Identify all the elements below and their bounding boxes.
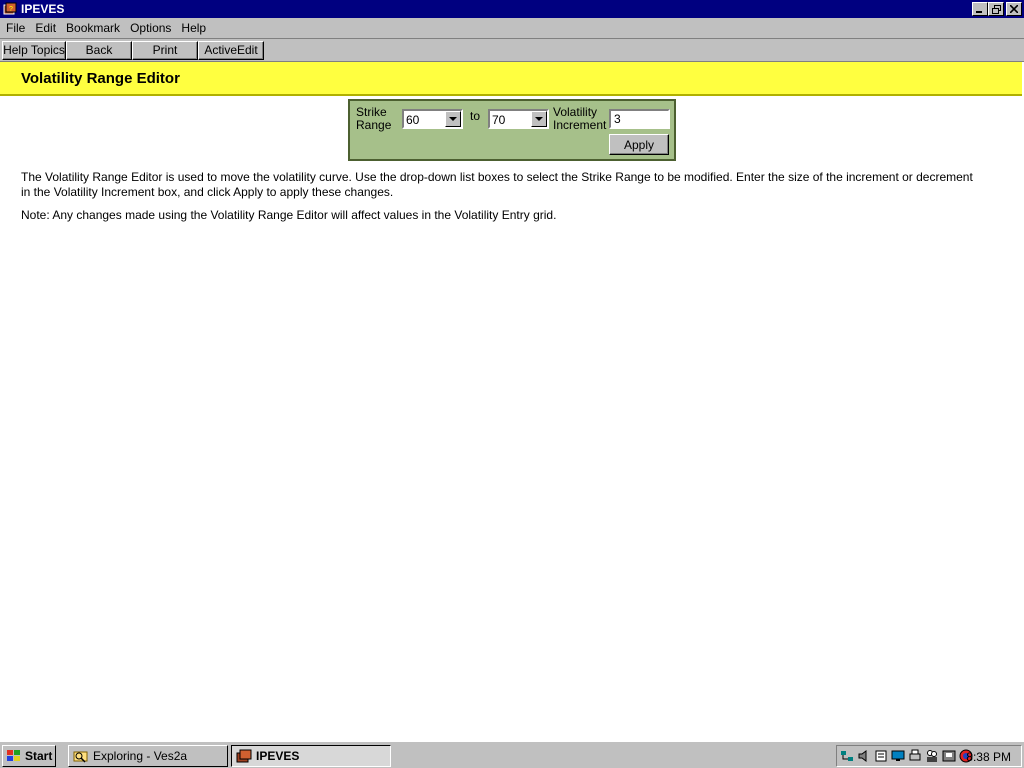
scheduler-icon[interactable] <box>874 749 888 763</box>
strike-from-dropdown[interactable]: 60 <box>402 109 463 129</box>
help-topics-button[interactable]: Help Topics <box>2 40 66 60</box>
windows-logo-icon <box>7 750 20 761</box>
restore-button[interactable] <box>988 2 1004 16</box>
strike-to-dropdown[interactable]: 70 <box>488 109 549 129</box>
monitor-icon[interactable] <box>891 749 905 763</box>
minimize-button[interactable] <box>972 2 988 16</box>
title-bar[interactable]: ? IPEVES <box>0 0 1024 18</box>
printer-icon[interactable] <box>908 749 922 763</box>
help-book-icon: ? <box>3 2 17 15</box>
apply-button[interactable]: Apply <box>609 134 669 155</box>
help-book-icon <box>236 749 252 763</box>
window-title: IPEVES <box>21 2 65 16</box>
chevron-down-icon[interactable] <box>531 111 547 127</box>
menu-bookmark[interactable]: Bookmark <box>61 21 125 35</box>
taskbar-item-exploring[interactable]: Exploring - Ves2a <box>68 745 228 767</box>
start-button[interactable]: Start <box>2 745 56 767</box>
disk-icon[interactable] <box>942 749 956 763</box>
menu-options[interactable]: Options <box>125 21 176 35</box>
chevron-down-icon[interactable] <box>445 111 461 127</box>
strike-range-label: Strike Range <box>356 105 392 132</box>
close-button[interactable] <box>1006 2 1022 16</box>
close-icon <box>1010 5 1018 13</box>
activeedit-button[interactable]: ActiveEdit <box>198 40 264 60</box>
system-tray: 8:38 PM <box>836 745 1022 767</box>
menu-file[interactable]: File <box>0 21 30 35</box>
menu-help[interactable]: Help <box>176 21 211 35</box>
back-button[interactable]: Back <box>66 40 132 60</box>
description-paragraph: The Volatility Range Editor is used to m… <box>21 170 973 199</box>
menu-bar: File Edit Bookmark Options Help <box>0 18 1024 37</box>
strike-to-value: 70 <box>492 113 506 127</box>
network-icon[interactable] <box>840 749 854 763</box>
clock[interactable]: 8:38 PM <box>966 750 1011 764</box>
taskbar-item-ipeves[interactable]: IPEVES <box>231 745 391 767</box>
minimize-icon <box>976 11 982 13</box>
volatility-increment-label: Volatility Increment <box>553 105 607 132</box>
page-title: Volatility Range Editor <box>21 70 180 87</box>
start-label: Start <box>25 749 53 763</box>
note-paragraph: Note: Any changes made using the Volatil… <box>21 208 557 222</box>
taskbar: Start Exploring - Ves2a IPEVES 8:38 PM <box>0 741 1024 768</box>
menu-edit[interactable]: Edit <box>30 21 61 35</box>
users-icon[interactable] <box>925 749 939 763</box>
strike-from-value: 60 <box>406 113 420 127</box>
help-content: Volatility Range Editor Strike Range 60 … <box>0 61 1024 741</box>
volume-icon[interactable] <box>857 749 871 763</box>
to-label: to <box>470 109 481 123</box>
explorer-icon <box>73 751 88 763</box>
svg-text:?: ? <box>9 6 13 13</box>
print-button[interactable]: Print <box>132 40 198 60</box>
volatility-range-panel: Strike Range 60 to 70 Volatility Increme… <box>348 99 676 161</box>
restore-icon <box>991 4 1001 14</box>
volatility-increment-input[interactable]: 3 <box>609 109 670 129</box>
toolbar: Help Topics Back Print ActiveEdit <box>0 38 1024 61</box>
title-band: Volatility Range Editor <box>0 62 1022 96</box>
